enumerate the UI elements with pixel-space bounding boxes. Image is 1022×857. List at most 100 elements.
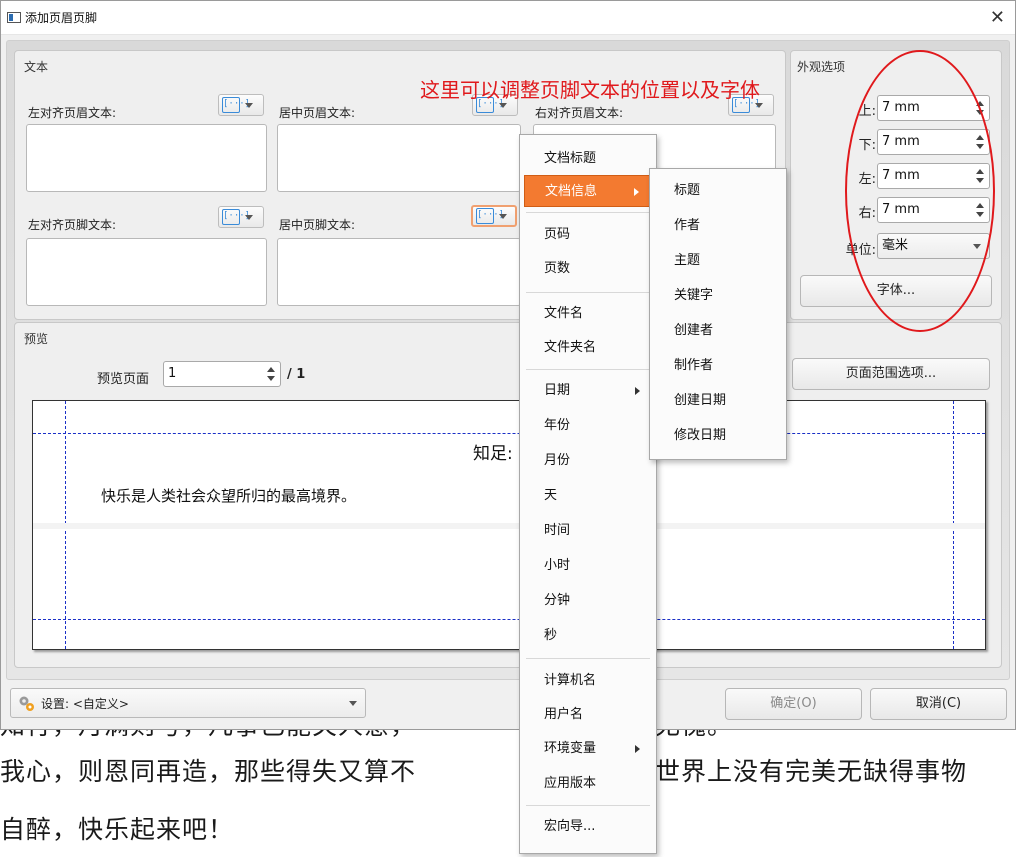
annotation-ellipse: [845, 50, 995, 332]
submenu-item-author[interactable]: 作者: [654, 210, 782, 242]
menu-item-label: 页码: [544, 227, 571, 242]
menu-separator: [526, 658, 650, 659]
menu-item-label: 月份: [544, 453, 571, 468]
menu-item-environment-variable[interactable]: 环境变量: [524, 733, 652, 765]
submenu-item-keywords[interactable]: 关键字: [654, 280, 782, 312]
preview-document-title: 知足:: [473, 444, 513, 464]
menu-item-label: 分钟: [544, 593, 571, 608]
left-header-label: 左对齐页眉文本:: [28, 106, 117, 120]
menu-item-label: 天: [544, 488, 558, 503]
close-button[interactable]: ✕: [990, 7, 1005, 28]
annotation-text: 这里可以调整页脚文本的位置以及字体: [420, 78, 760, 102]
insert-variable-icon: [···]: [222, 209, 250, 225]
left-header-variable-button[interactable]: [···]: [218, 94, 264, 116]
menu-item-month[interactable]: 月份: [524, 445, 652, 477]
left-footer-variable-button[interactable]: [···]: [218, 206, 264, 228]
menu-item-label: 创建者: [674, 323, 714, 338]
menu-item-label: 作者: [674, 218, 701, 233]
menu-item-document-title[interactable]: 文档标题: [524, 143, 652, 175]
insert-variable-icon: [···]: [476, 208, 504, 224]
menu-item-label: 创建日期: [674, 393, 727, 408]
menu-item-label: 应用版本: [544, 776, 597, 791]
menu-item-day[interactable]: 天: [524, 480, 652, 512]
preview-page-label: 预览页面: [97, 372, 150, 387]
preview-page-value: 1: [168, 366, 177, 381]
left-header-text-input[interactable]: [26, 124, 267, 192]
chevron-down-icon: [755, 102, 763, 108]
gear-icon: [19, 696, 34, 711]
spin-arrows-icon[interactable]: [267, 365, 276, 383]
menu-item-label: 文档信息: [545, 184, 598, 199]
menu-item-label: 标题: [674, 183, 701, 198]
chevron-down-icon: [499, 102, 507, 108]
menu-item-page-number[interactable]: 页码: [524, 219, 652, 251]
menu-item-document-info[interactable]: 文档信息: [524, 175, 652, 207]
submenu-item-subject[interactable]: 主题: [654, 245, 782, 277]
cancel-button[interactable]: 取消(C): [870, 688, 1007, 720]
menu-item-second[interactable]: 秒: [524, 620, 652, 652]
menu-separator: [526, 369, 650, 370]
settings-select[interactable]: 设置: <自定义>: [10, 688, 366, 718]
footer-margin-guide: [33, 619, 985, 620]
menu-item-label: 小时: [544, 558, 571, 573]
chevron-right-icon: [635, 387, 640, 395]
chevron-down-icon: [499, 213, 507, 219]
menu-item-folder-name[interactable]: 文件夹名: [524, 332, 652, 364]
menu-item-label: 秒: [544, 628, 558, 643]
menu-item-label: 文件夹名: [544, 340, 597, 355]
center-footer-variable-button[interactable]: [···]: [471, 205, 517, 227]
preview-page-total: / 1: [287, 367, 306, 382]
center-header-label: 居中页眉文本:: [279, 106, 356, 120]
preview-page-break: [33, 523, 985, 529]
appearance-group-title: 外观选项: [797, 60, 846, 74]
window-icon: [7, 12, 21, 23]
menu-item-macro-wizard[interactable]: 宏向导...: [524, 811, 652, 843]
menu-item-label: 时间: [544, 523, 571, 538]
header-margin-guide: [33, 433, 985, 434]
menu-item-label: 主题: [674, 253, 701, 268]
center-footer-text-input[interactable]: [277, 238, 521, 306]
menu-item-time[interactable]: 时间: [524, 515, 652, 547]
text-group-title: 文本: [24, 60, 49, 74]
settings-value: 设置: <自定义>: [41, 697, 129, 711]
menu-item-label: 页数: [544, 261, 571, 276]
submenu-item-creation-date[interactable]: 创建日期: [654, 385, 782, 417]
menu-item-hour[interactable]: 小时: [524, 550, 652, 582]
preview-group-title: 预览: [24, 332, 49, 346]
left-footer-label: 左对齐页脚文本:: [28, 218, 117, 232]
menu-item-minute[interactable]: 分钟: [524, 585, 652, 617]
chevron-right-icon: [634, 188, 639, 196]
menu-item-user-name[interactable]: 用户名: [524, 699, 652, 731]
menu-item-label: 制作者: [674, 358, 714, 373]
submenu-item-title[interactable]: 标题: [654, 175, 782, 207]
submenu-item-creator[interactable]: 创建者: [654, 315, 782, 347]
background-line-3: 自醉，快乐起来吧！: [0, 815, 235, 844]
submenu-item-producer[interactable]: 制作者: [654, 350, 782, 382]
ok-button[interactable]: 确定(O): [725, 688, 862, 720]
menu-item-label: 文件名: [544, 306, 584, 321]
menu-item-label: 文档标题: [544, 151, 597, 166]
title-bar: 添加页眉页脚: [1, 1, 1015, 35]
menu-separator: [526, 805, 650, 806]
menu-item-file-name[interactable]: 文件名: [524, 298, 652, 330]
page-range-options-button[interactable]: 页面范围选项...: [792, 358, 990, 390]
left-footer-text-input[interactable]: [26, 238, 267, 306]
preview-document-line: 快乐是人类社会众望所归的最高境界。: [101, 487, 357, 505]
menu-item-label: 计算机名: [544, 673, 597, 688]
menu-item-year[interactable]: 年份: [524, 410, 652, 442]
menu-item-date[interactable]: 日期: [524, 375, 652, 407]
center-footer-label: 居中页脚文本:: [279, 218, 356, 232]
document-info-submenu: 标题 作者 主题 关键字 创建者 制作者 创建日期 修改日期: [649, 168, 787, 460]
menu-item-label: 修改日期: [674, 428, 727, 443]
chevron-down-icon: [349, 701, 357, 706]
chevron-down-icon: [245, 214, 253, 220]
submenu-item-modification-date[interactable]: 修改日期: [654, 420, 782, 452]
preview-page-spinbox[interactable]: 1: [163, 361, 281, 387]
menu-item-computer-name[interactable]: 计算机名: [524, 665, 652, 697]
menu-item-label: 关键字: [674, 288, 714, 303]
menu-item-app-version[interactable]: 应用版本: [524, 768, 652, 800]
menu-separator: [526, 212, 650, 213]
menu-item-page-count[interactable]: 页数: [524, 253, 652, 285]
center-header-text-input[interactable]: [277, 124, 521, 192]
menu-item-label: 环境变量: [544, 741, 597, 756]
